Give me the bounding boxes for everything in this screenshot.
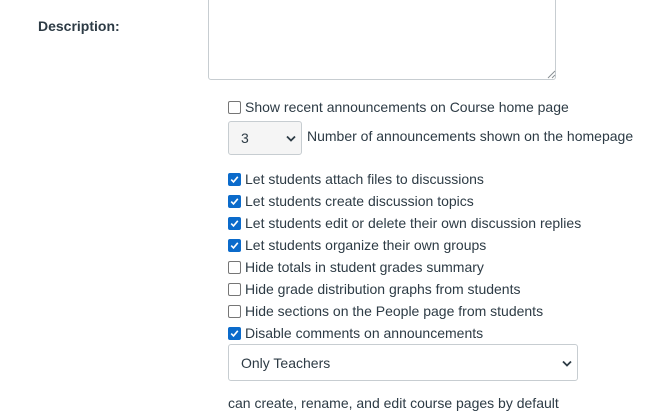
create-topics-label: Let students create discussion topics bbox=[245, 193, 474, 209]
disable-comments-label: Disable comments on announcements bbox=[245, 325, 484, 341]
create-topics-checkbox[interactable] bbox=[228, 194, 241, 208]
attach-files-label: Let students attach files to discussions bbox=[245, 171, 484, 187]
organize-groups-checkbox[interactable] bbox=[228, 238, 241, 252]
option-attach-files[interactable]: Let students attach files to discussions bbox=[228, 169, 484, 189]
checkmark-icon bbox=[230, 329, 239, 337]
option-create-topics[interactable]: Let students create discussion topics bbox=[228, 191, 474, 211]
page-editing-note: can create, rename, and edit course page… bbox=[228, 395, 559, 411]
description-label: Description: bbox=[38, 18, 120, 34]
organize-groups-label: Let students organize their own groups bbox=[245, 237, 487, 253]
hide-sections-label: Hide sections on the People page from st… bbox=[245, 303, 544, 319]
page-editing-role-value: Only Teachers bbox=[241, 354, 331, 371]
checkmark-icon bbox=[230, 241, 239, 249]
hide-sections-checkbox[interactable] bbox=[228, 304, 241, 318]
edit-replies-label: Let students edit or delete their own di… bbox=[245, 215, 582, 231]
disable-comments-checkbox[interactable] bbox=[228, 326, 241, 340]
option-disable-comments[interactable]: Disable comments on announcements bbox=[228, 323, 483, 343]
option-organize-groups[interactable]: Let students organize their own groups bbox=[228, 235, 486, 255]
hide-totals-label: Hide totals in student grades summary bbox=[245, 259, 484, 275]
option-hide-distribution[interactable]: Hide grade distribution graphs from stud… bbox=[228, 279, 520, 299]
attach-files-checkbox[interactable] bbox=[228, 172, 241, 186]
announcement-count-select[interactable]: 3 bbox=[228, 121, 302, 155]
checkmark-icon bbox=[230, 175, 239, 183]
resize-grip-icon[interactable] bbox=[547, 70, 556, 79]
show-recent-announcements-checkbox[interactable] bbox=[228, 100, 241, 114]
checkmark-icon bbox=[230, 197, 239, 205]
chevron-down-icon bbox=[562, 360, 572, 367]
hide-distribution-checkbox[interactable] bbox=[228, 282, 241, 296]
page-editing-role-select[interactable]: Only Teachers bbox=[228, 344, 578, 381]
option-edit-replies[interactable]: Let students edit or delete their own di… bbox=[228, 213, 581, 233]
option-hide-sections[interactable]: Hide sections on the People page from st… bbox=[228, 301, 543, 321]
description-textarea[interactable] bbox=[208, 0, 556, 80]
course-settings-panel: Description: Show recent announcements o… bbox=[0, 0, 672, 414]
show-recent-announcements-option[interactable]: Show recent announcements on Course home… bbox=[228, 97, 569, 117]
announcement-count-label: Number of announcements shown on the hom… bbox=[307, 128, 634, 144]
announcement-count-value: 3 bbox=[241, 130, 249, 146]
option-hide-totals[interactable]: Hide totals in student grades summary bbox=[228, 257, 484, 277]
hide-totals-checkbox[interactable] bbox=[228, 260, 241, 274]
edit-replies-checkbox[interactable] bbox=[228, 216, 241, 230]
chevron-down-icon bbox=[286, 135, 296, 142]
checkmark-icon bbox=[230, 219, 239, 227]
show-recent-announcements-label: Show recent announcements on Course home… bbox=[245, 99, 569, 115]
hide-distribution-label: Hide grade distribution graphs from stud… bbox=[245, 281, 521, 297]
